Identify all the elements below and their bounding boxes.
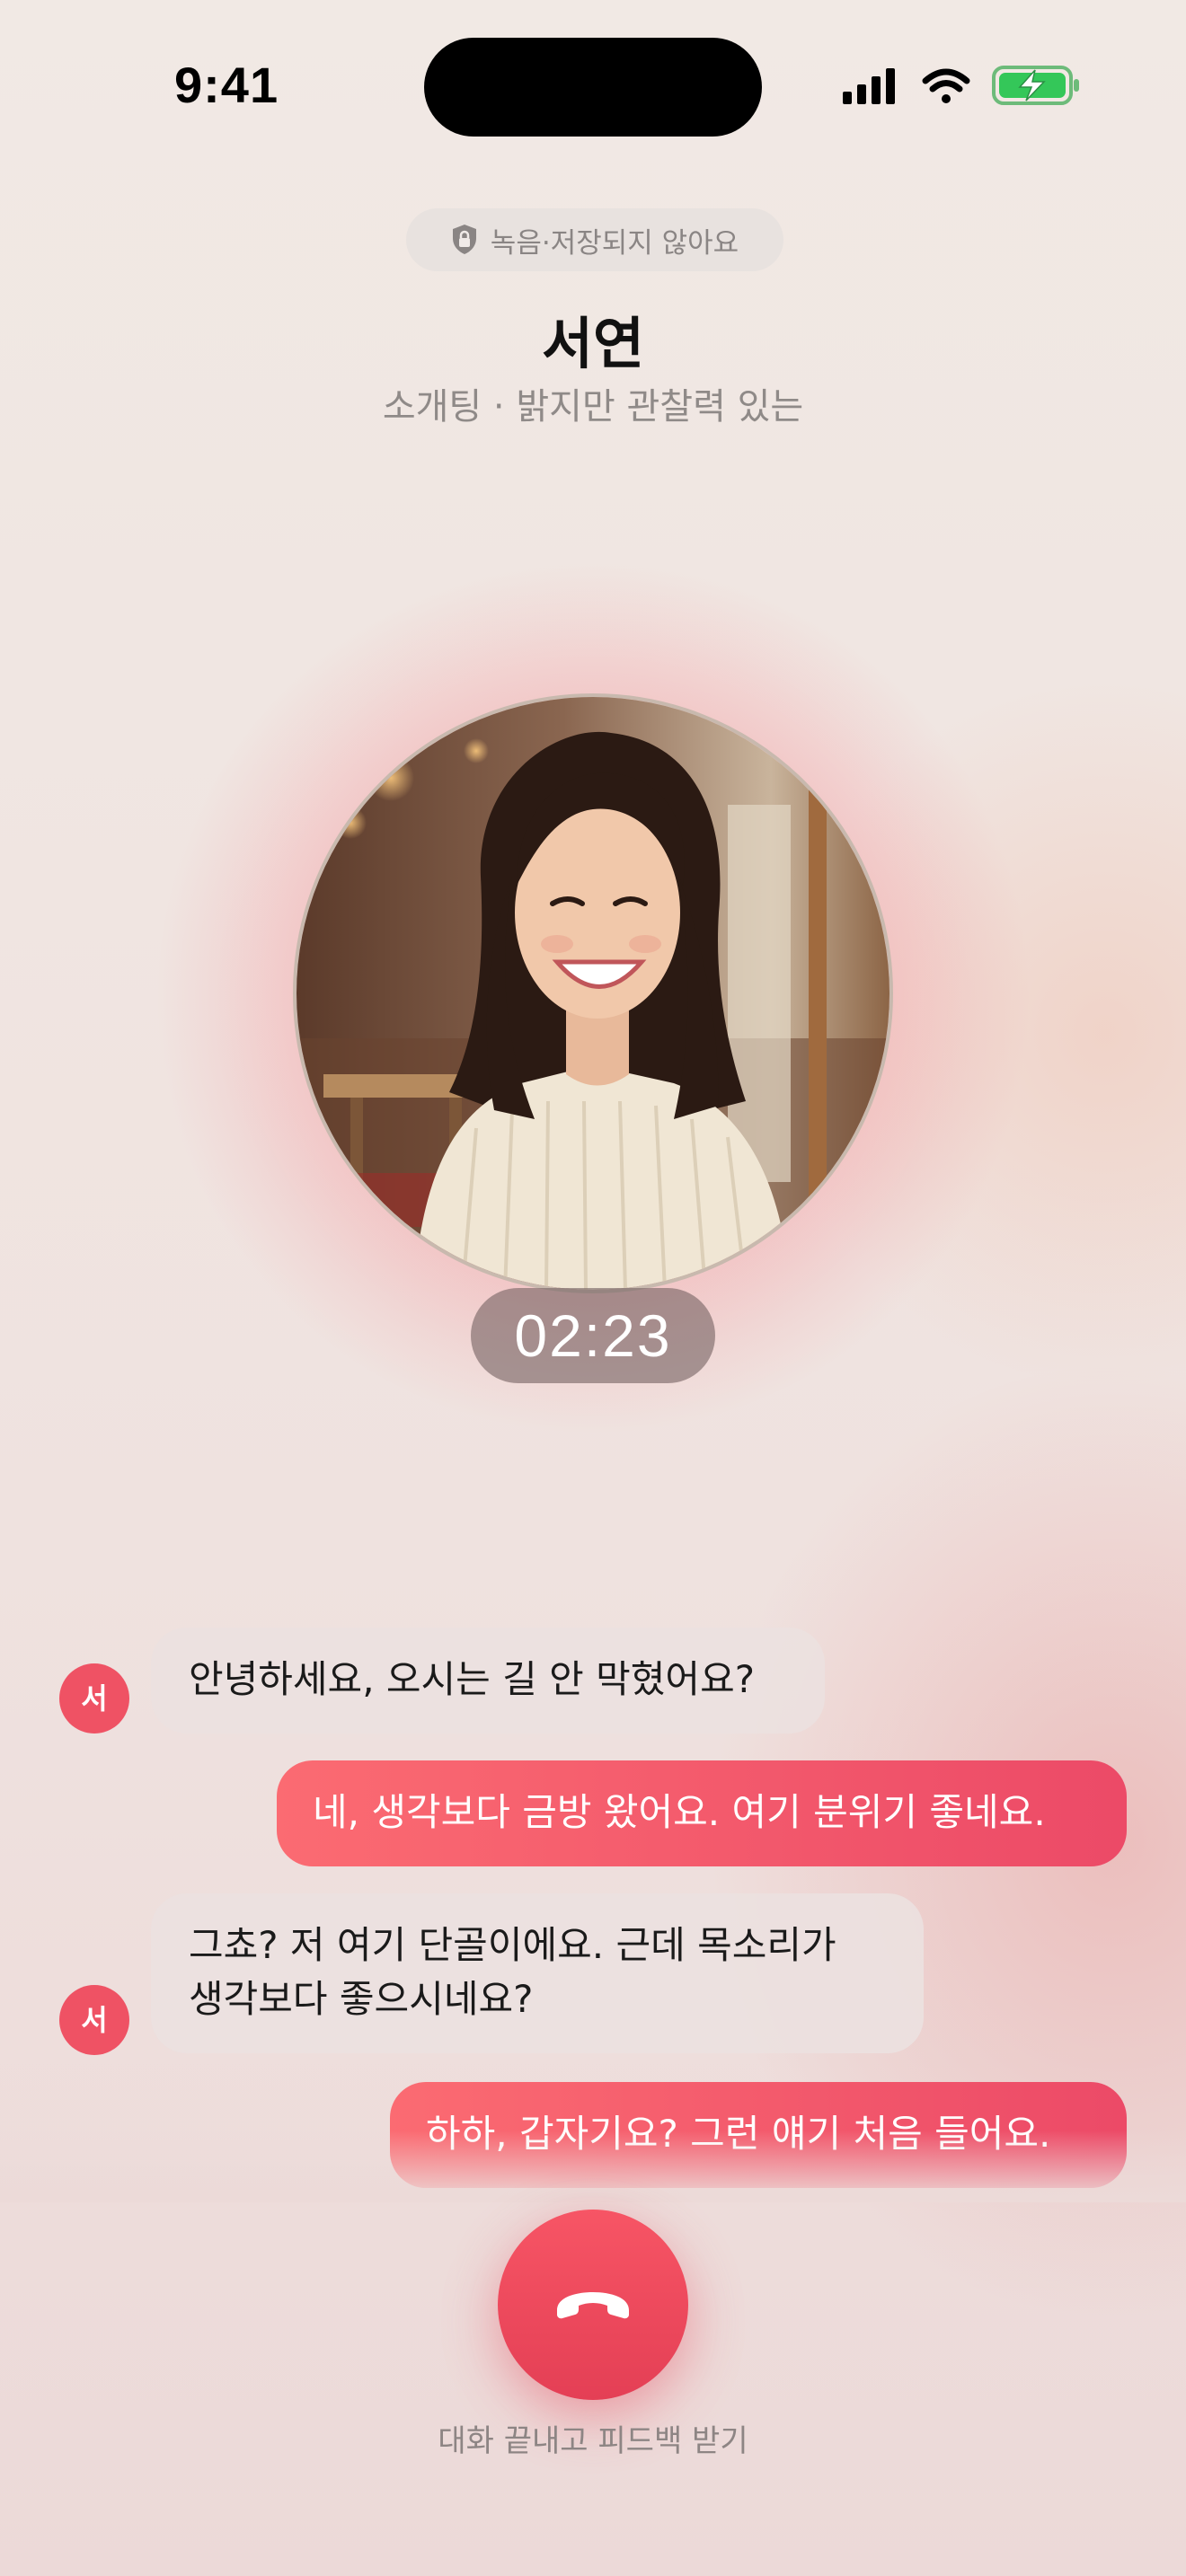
dynamic-island xyxy=(424,38,762,137)
avatar-photo xyxy=(296,697,890,1290)
chat-avatar: 서 xyxy=(59,1985,129,2055)
contact-subtitle: 소개팅 · 밝지만 관찰력 있는 xyxy=(382,386,804,428)
call-timer: 02:23 xyxy=(471,1288,715,1383)
chat-fade xyxy=(0,2130,1186,2202)
end-call-label: 대화 끝내고 피드백 받기 xyxy=(438,2423,748,2459)
avatar xyxy=(293,693,893,1293)
message-line: 그쵸? 저 여기 단골이에요. 근데 목소리가 xyxy=(189,1923,836,1967)
contact-name: 서연 xyxy=(541,311,645,376)
shield-lock-icon xyxy=(452,225,476,254)
message-bubble-incoming: 그쵸? 저 여기 단골이에요. 근데 목소리가 생각보다 좋으시네요? xyxy=(151,1893,924,2053)
message-line: 생각보다 좋으시네요? xyxy=(189,1977,534,2021)
phone-hangup-icon xyxy=(557,2292,629,2319)
cellular-signal-icon xyxy=(843,68,895,104)
status-icons xyxy=(843,66,1079,105)
privacy-text: 녹음·저장되지 않아요 xyxy=(490,226,739,260)
battery-charging-icon xyxy=(992,66,1079,105)
end-call-button[interactable] xyxy=(498,2210,688,2400)
privacy-badge: 녹음·저장되지 않아요 xyxy=(406,208,783,271)
status-time: 9:41 xyxy=(174,57,279,113)
chat-avatar: 서 xyxy=(59,1663,129,1734)
message-bubble-incoming: 안녕하세요, 오시는 길 안 막혔어요? xyxy=(151,1628,825,1734)
wifi-icon xyxy=(922,68,970,103)
message-bubble-outgoing: 네, 생각보다 금방 왔어요. 여기 분위기 좋네요. xyxy=(277,1760,1127,1866)
